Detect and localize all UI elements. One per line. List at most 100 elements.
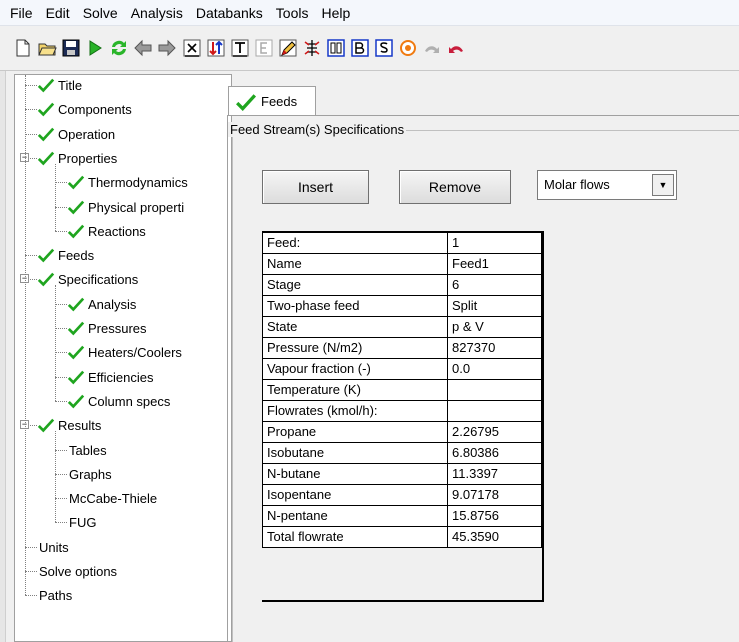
edit-pencil-icon[interactable] xyxy=(277,37,299,59)
x-box-icon[interactable] xyxy=(181,37,203,59)
tree-connector xyxy=(25,571,37,572)
tree-item-specifications[interactable]: Specifications xyxy=(37,268,138,290)
chevron-down-icon[interactable]: ▼ xyxy=(652,174,674,196)
groupbox-title: Feed Stream(s) Specifications xyxy=(228,122,407,137)
run-icon[interactable] xyxy=(84,37,106,59)
b0-box-icon[interactable] xyxy=(325,37,347,59)
tree-connector xyxy=(25,255,37,256)
tree-item-results[interactable]: Results xyxy=(37,414,101,436)
grid-cell-value[interactable]: 9.07178 xyxy=(447,483,542,506)
grid-cell-value[interactable]: Feed1 xyxy=(447,252,542,275)
tree-item-column-specs[interactable]: Column specs xyxy=(67,390,170,412)
tree-item-label: Solve options xyxy=(39,563,118,579)
open-folder-icon[interactable] xyxy=(36,37,58,59)
grid-row: N-pentane 15.8756 xyxy=(262,504,542,527)
flow-basis-select[interactable]: Molar flows ▼ xyxy=(537,170,677,200)
tree-item-label: Results xyxy=(58,417,102,433)
tree-item-reactions[interactable]: Reactions xyxy=(67,220,146,242)
sort-arrows-icon[interactable] xyxy=(205,37,227,59)
grid-cell-value[interactable]: 827370 xyxy=(447,336,542,359)
tree-item-heaters-coolers[interactable]: Heaters/Coolers xyxy=(67,341,182,363)
back-arrow-icon[interactable] xyxy=(132,37,154,59)
b-box-icon[interactable] xyxy=(349,37,371,59)
undo-gray-icon[interactable] xyxy=(421,37,443,59)
tree-item-units[interactable]: Units xyxy=(39,536,69,558)
grid-cell-value[interactable]: 1 xyxy=(447,231,542,254)
grid-row-label: State xyxy=(262,315,448,338)
new-file-icon[interactable] xyxy=(12,37,34,59)
grid-cell-value[interactable]: 0.0 xyxy=(447,357,542,380)
menu-analysis[interactable]: Analysis xyxy=(125,0,190,26)
grid-cell-value[interactable]: 11.3397 xyxy=(447,462,542,485)
grid-row: Two-phase feed Split xyxy=(262,294,542,317)
tree-item-physical-properti[interactable]: Physical properti xyxy=(67,196,184,218)
tree-item-tables[interactable]: Tables xyxy=(69,439,107,461)
grid-cell-value[interactable] xyxy=(447,378,542,401)
tab-feeds[interactable]: Feeds xyxy=(228,86,316,116)
menu-file[interactable]: File xyxy=(4,0,40,26)
grid-cell-value[interactable]: 6 xyxy=(447,273,542,296)
e-box-icon[interactable] xyxy=(253,37,275,59)
tree-item-properties[interactable]: Properties xyxy=(37,147,117,169)
tree-item-label: Reactions xyxy=(88,223,146,239)
tree-item-graphs[interactable]: Graphs xyxy=(69,463,112,485)
tree-item-analysis[interactable]: Analysis xyxy=(67,293,136,315)
menu-tools[interactable]: Tools xyxy=(270,0,316,26)
tree-item-components[interactable]: Components xyxy=(37,98,132,120)
grid-cell-value[interactable]: 15.8756 xyxy=(447,504,542,527)
checkmark-icon xyxy=(67,370,85,385)
tree-connector xyxy=(55,231,67,232)
tree-item-feeds[interactable]: Feeds xyxy=(37,244,94,266)
checkmark-icon xyxy=(236,93,257,111)
checkmark-icon xyxy=(37,102,55,117)
tree-item-operation[interactable]: Operation xyxy=(37,123,115,145)
undo-red-icon[interactable] xyxy=(445,37,467,59)
tree-item-efficiencies[interactable]: Efficiencies xyxy=(67,366,154,388)
grid-cell-value[interactable]: p & V xyxy=(447,315,542,338)
tree-item-paths[interactable]: Paths xyxy=(39,584,72,606)
menu-edit[interactable]: Edit xyxy=(40,0,77,26)
tree-connector xyxy=(55,182,67,183)
grid-row-label: Total flowrate xyxy=(262,525,448,548)
t-box-icon[interactable] xyxy=(229,37,251,59)
grid-row-label: N-pentane xyxy=(262,504,448,527)
tree-item-label: Graphs xyxy=(69,466,112,482)
tree-item-label: Components xyxy=(58,101,132,117)
menu-databanks[interactable]: Databanks xyxy=(190,0,270,26)
menu-help[interactable]: Help xyxy=(315,0,357,26)
grid-cell-value[interactable] xyxy=(447,399,542,422)
checkmark-icon xyxy=(67,394,85,409)
grid-row-label: Pressure (N/m2) xyxy=(262,336,448,359)
grid-cell-value[interactable]: 2.26795 xyxy=(447,420,542,443)
forward-arrow-icon[interactable] xyxy=(156,37,178,59)
tree-item-label: Thermodynamics xyxy=(88,174,188,190)
refresh-icon[interactable] xyxy=(108,37,130,59)
tree-item-mccabe-thiele[interactable]: McCabe-Thiele xyxy=(69,487,157,509)
tree-item-label: Analysis xyxy=(88,296,137,312)
grid-row-label: Propane xyxy=(262,420,448,443)
insert-button[interactable]: Insert xyxy=(262,170,369,204)
tree-item-pressures[interactable]: Pressures xyxy=(67,317,147,339)
grid-cell-value[interactable]: 6.80386 xyxy=(447,441,542,464)
checkmark-icon xyxy=(37,248,55,263)
tree-item-fug[interactable]: FUG xyxy=(69,511,96,533)
toolbar xyxy=(0,27,739,71)
tree-connector xyxy=(25,75,26,595)
menu-solve[interactable]: Solve xyxy=(77,0,125,26)
tree-item-title[interactable]: Title xyxy=(37,75,82,96)
s-box-icon[interactable] xyxy=(373,37,395,59)
grid-row: Total flowrate 45.3590 xyxy=(262,525,542,548)
flowsheet-icon[interactable] xyxy=(301,37,323,59)
tree-item-thermodynamics[interactable]: Thermodynamics xyxy=(67,171,188,193)
grid-cell-value[interactable]: Split xyxy=(447,294,542,317)
grid-row: Name Feed1 xyxy=(262,252,542,275)
save-icon[interactable] xyxy=(60,37,82,59)
grid-cell-value[interactable]: 45.3590 xyxy=(447,525,542,548)
remove-button[interactable]: Remove xyxy=(399,170,511,204)
tree-item-solve-options[interactable]: Solve options xyxy=(39,560,117,582)
grid-row-label: Two-phase feed xyxy=(262,294,448,317)
tree-item-label: Feeds xyxy=(58,247,95,263)
target-icon[interactable] xyxy=(397,37,419,59)
checkmark-icon xyxy=(37,272,55,287)
grid-row: Temperature (K) xyxy=(262,378,542,401)
